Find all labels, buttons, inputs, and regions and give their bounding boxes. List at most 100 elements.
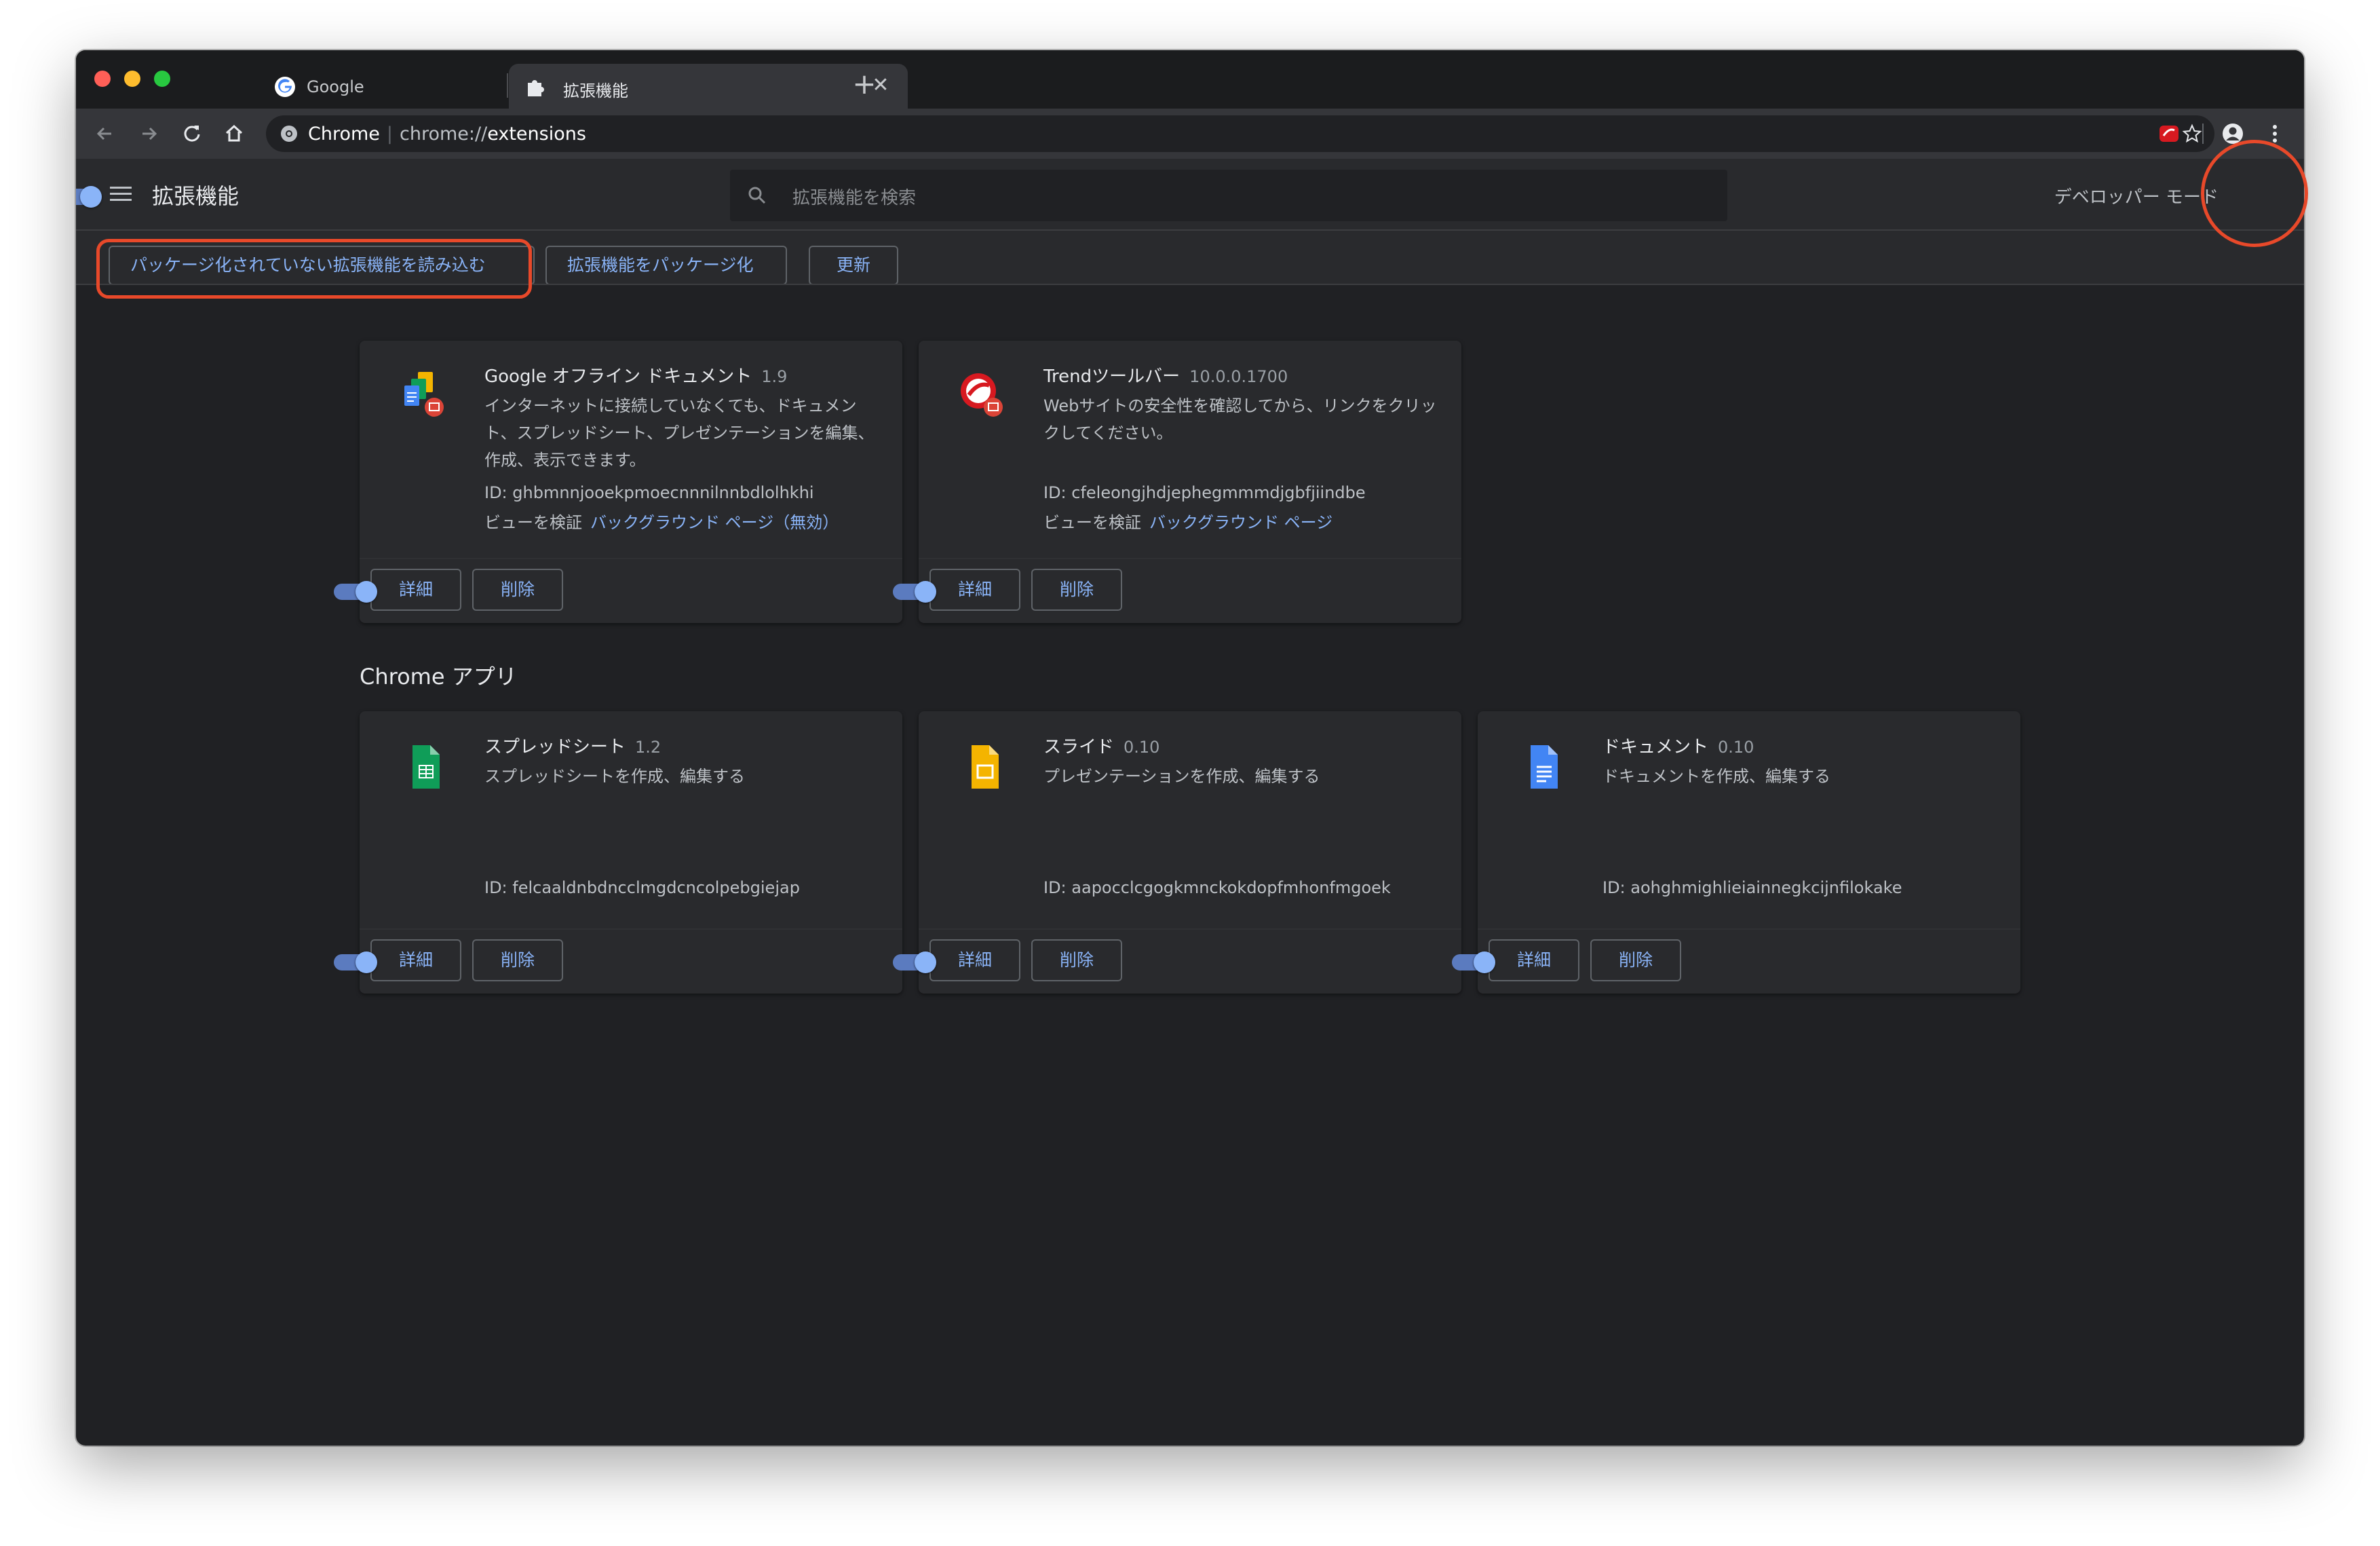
toggle-knob <box>1474 951 1495 973</box>
remove-button[interactable]: 削除 <box>472 939 563 981</box>
card-divider <box>1478 928 2020 930</box>
details-button[interactable]: 詳細 <box>1489 939 1579 981</box>
extension-id: ID: cfeleongjhdjephegmmmdjgbfjiindbe <box>1043 483 1366 502</box>
tab-divider <box>507 73 508 98</box>
app-version: 0.10 <box>1718 738 1754 757</box>
app-title: ドキュメント <box>1602 737 1709 757</box>
update-button[interactable]: 更新 <box>809 246 898 285</box>
forward-icon[interactable] <box>134 119 163 148</box>
sheets-icon <box>412 745 440 789</box>
enable-toggle[interactable] <box>1452 951 1495 973</box>
extension-card: Google オフライン ドキュメント 1.9 インターネットに接続していなくても… <box>334 341 902 623</box>
app-title: スライド <box>1043 737 1115 757</box>
extension-version: 1.9 <box>761 367 788 386</box>
address-bar[interactable]: Chrome | chrome://extensions <box>266 115 2214 152</box>
app-card: スプレッドシート 1.2 スプレッドシートを作成、編集する ID: felcaal… <box>334 711 902 994</box>
extension-card: Trendツールバー 10.0.0.1700 Webサイトの安全性を確認してから、… <box>893 341 1461 623</box>
details-button[interactable]: 詳細 <box>929 569 1020 611</box>
app-description: スプレッドシートを作成、編集する <box>484 767 745 786</box>
toggle-knob <box>80 186 102 208</box>
google-docs-offline-icon <box>404 372 444 417</box>
app-description: プレゼンテーションを作成、編集する <box>1043 767 1320 786</box>
maximize-window-button[interactable] <box>154 71 170 87</box>
google-icon <box>275 77 295 97</box>
details-button[interactable]: 詳細 <box>370 569 461 611</box>
app-id: ID: aohghmighlieiainnegkcijnfilokake <box>1602 878 1902 897</box>
home-icon[interactable] <box>220 119 248 148</box>
app-name: ドキュメント 0.10 <box>1602 733 1754 758</box>
details-button[interactable]: 詳細 <box>370 939 461 981</box>
card-divider <box>360 558 902 559</box>
app-name: スライド 0.10 <box>1043 733 1159 758</box>
background-page-link[interactable]: バックグラウンド ページ（無効） <box>590 513 839 532</box>
app-version: 1.2 <box>635 738 661 757</box>
chrome-apps-heading: Chrome アプリ <box>360 664 517 690</box>
inspect-views: ビューを検証 バックグラウンド ページ（無効） <box>484 509 839 533</box>
tab-title: Google <box>307 77 364 96</box>
remove-button[interactable]: 削除 <box>1031 939 1122 981</box>
inspect-views-label: ビューを検証 <box>1043 513 1141 532</box>
close-window-button[interactable] <box>94 71 111 87</box>
toggle-knob <box>915 581 936 603</box>
app-version: 0.10 <box>1124 738 1160 757</box>
extension-title: Trendツールバー <box>1043 366 1181 387</box>
highlight-load-unpacked <box>96 239 532 299</box>
search-icon <box>748 187 766 204</box>
reload-icon[interactable] <box>178 119 206 148</box>
new-tab-button[interactable]: + <box>849 69 879 99</box>
card-divider <box>360 928 902 930</box>
app-card: スライド 0.10 プレゼンテーションを作成、編集する ID: aapocclcg… <box>893 711 1461 994</box>
card-divider <box>919 558 1461 559</box>
docs-icon <box>1531 745 1558 789</box>
trend-toolbar-icon[interactable] <box>2155 119 2183 148</box>
hamburger-menu-icon[interactable] <box>109 182 133 206</box>
toggle-knob <box>356 951 377 973</box>
extension-version: 10.0.0.1700 <box>1189 367 1288 386</box>
pack-extension-button[interactable]: 拡張機能をパッケージ化 <box>545 246 787 285</box>
tab-strip: Google ✕ 拡張機能 ✕ + <box>76 50 2304 109</box>
url-path: extensions <box>487 124 586 145</box>
remove-button[interactable]: 削除 <box>472 569 563 611</box>
slides-icon <box>972 745 999 789</box>
app-name: スプレッドシート 1.2 <box>484 733 661 758</box>
enable-toggle[interactable] <box>334 951 377 973</box>
extension-name: Trendツールバー 10.0.0.1700 <box>1043 362 1288 388</box>
app-id: ID: felcaaldnbdncclmgdcncolpebgiejap <box>484 878 800 897</box>
chrome-icon <box>281 126 297 142</box>
developer-mode-label: デベロッパー モード <box>2054 187 2219 208</box>
address-text: Chrome | chrome://extensions <box>308 124 586 145</box>
app-card: ドキュメント 0.10 ドキュメントを作成、編集する ID: aohghmighl… <box>1452 711 2020 994</box>
background-page-link[interactable]: バックグラウンド ページ <box>1149 513 1332 532</box>
extension-id: ID: ghbmnnjooekpmoecnnnilnnbdlolhkhi <box>484 483 814 502</box>
search-input[interactable]: 拡張機能を検索 <box>730 170 1727 221</box>
toggle-knob <box>356 581 377 603</box>
app-description: ドキュメントを作成、編集する <box>1602 767 1830 786</box>
minimize-window-button[interactable] <box>124 71 140 87</box>
search-placeholder: 拡張機能を検索 <box>792 188 917 208</box>
toolbar-divider <box>2202 124 2204 144</box>
url-scheme: chrome:// <box>400 124 488 145</box>
enable-toggle[interactable] <box>893 581 936 603</box>
back-icon[interactable] <box>91 119 119 148</box>
tab-title: 拡張機能 <box>563 81 628 100</box>
remove-button[interactable]: 削除 <box>1031 569 1122 611</box>
browser-toolbar: Chrome | chrome://extensions <box>76 109 2304 159</box>
extension-description: インターネットに接続していなくても、ドキュメント、スプレッドシート、プレゼンテー… <box>484 396 875 470</box>
inspect-views-label: ビューを検証 <box>484 513 582 532</box>
extension-description: Webサイトの安全性を確認してから、リンクをクリックしてください。 <box>1043 396 1437 442</box>
star-icon[interactable] <box>2182 124 2202 144</box>
inspect-views: ビューを検証 バックグラウンド ページ <box>1043 509 1332 533</box>
enable-toggle[interactable] <box>893 951 936 973</box>
toggle-knob <box>915 951 936 973</box>
site-label: Chrome <box>308 124 380 145</box>
app-id: ID: aapocclcgogkmnckokdopfmhonfmgoek <box>1043 878 1391 897</box>
highlight-developer-mode <box>2201 140 2308 247</box>
details-button[interactable]: 詳細 <box>929 939 1020 981</box>
enable-toggle[interactable] <box>334 581 377 603</box>
developer-mode-toggle[interactable] <box>76 186 102 208</box>
remove-button[interactable]: 削除 <box>1590 939 1681 981</box>
trend-micro-icon <box>961 373 1003 417</box>
extension-title: Google オフライン ドキュメント <box>484 366 752 387</box>
puzzle-icon <box>528 80 544 96</box>
tab-extensions[interactable]: 拡張機能 ✕ <box>509 64 908 109</box>
